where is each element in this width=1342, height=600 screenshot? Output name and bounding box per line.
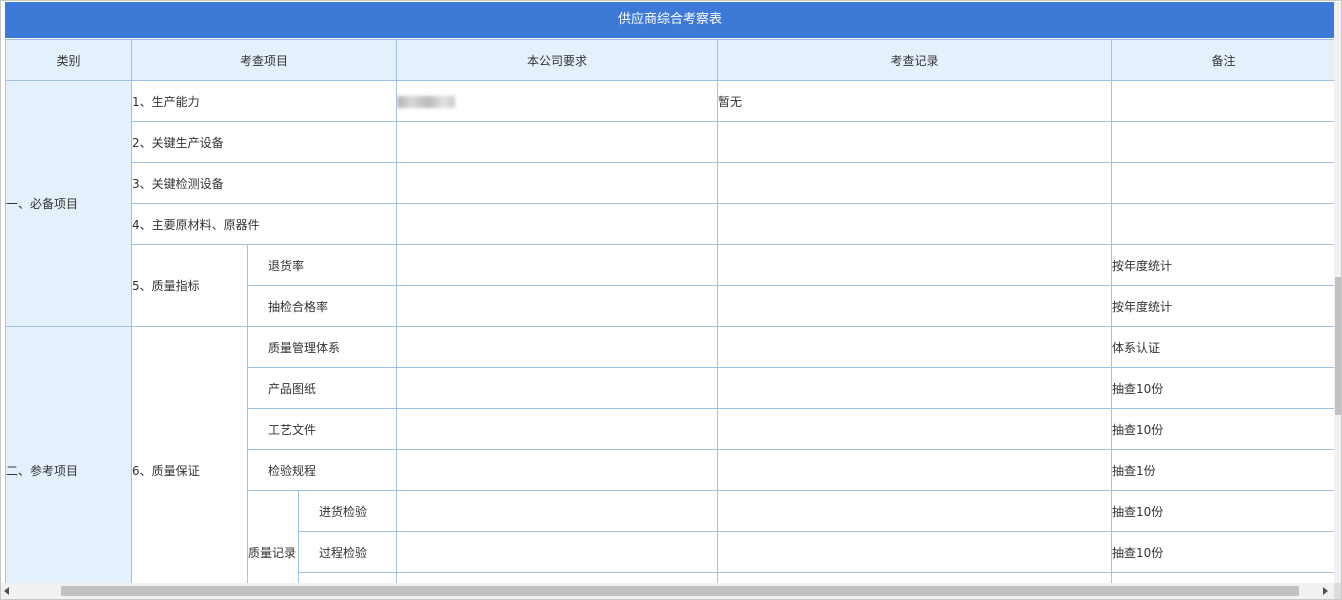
item-production-capacity: 1、生产能力 — [131, 80, 397, 122]
table-row: 4、主要原材料、原器件 — [6, 203, 1336, 245]
record-cell[interactable] — [717, 203, 1112, 245]
note-cell[interactable] — [1111, 80, 1336, 122]
note-cell[interactable]: 抽查10份 — [1111, 408, 1336, 450]
record-cell[interactable] — [717, 121, 1112, 163]
note-cell[interactable]: 抽查10份 — [1111, 490, 1336, 532]
record-cell[interactable] — [717, 244, 1112, 286]
table-title: 供应商综合考察表 — [5, 2, 1335, 38]
note-cell[interactable] — [1111, 203, 1336, 245]
item-quality-assurance: 6、质量保证 — [131, 326, 248, 599]
note-cell[interactable]: 按年度统计 — [1111, 285, 1336, 327]
note-cell[interactable]: 抽查10份 — [1111, 367, 1336, 409]
record-cell[interactable] — [717, 490, 1112, 532]
note-cell[interactable]: 抽查10份 — [1111, 531, 1336, 573]
window-frame: 供应商综合考察表 类别 考查项目 本公司要求 考查记录 备注 一、必备项目 1、… — [0, 0, 1342, 600]
requirement-cell[interactable] — [396, 162, 718, 204]
vertical-scroll-thumb[interactable] — [1335, 277, 1341, 415]
subitem-inspection-procedures: 检验规程 — [247, 449, 397, 491]
category-reference: 二、参考项目 — [5, 326, 132, 599]
header-record: 考查记录 — [717, 39, 1112, 81]
subitem-product-drawings: 产品图纸 — [247, 367, 397, 409]
record-incoming-inspection: 进货检验 — [298, 490, 397, 532]
note-cell[interactable] — [1111, 162, 1336, 204]
subitem-qms: 质量管理体系 — [247, 326, 397, 368]
item-key-inspection-equipment: 3、关键检测设备 — [131, 162, 397, 204]
table-row: 3、关键检测设备 — [6, 162, 1336, 204]
scrollbar-corner — [1334, 583, 1341, 599]
requirement-cell[interactable] — [396, 285, 718, 327]
record-process-inspection: 过程检验 — [298, 531, 397, 573]
header-requirement: 本公司要求 — [396, 39, 718, 81]
requirement-cell[interactable] — [396, 408, 718, 450]
table-row: 2、关键生产设备 — [6, 121, 1336, 163]
vertical-scrollbar[interactable] — [1334, 2, 1341, 583]
record-cell[interactable]: 暂无 — [717, 80, 1112, 122]
header-note: 备注 — [1111, 39, 1336, 81]
subitem-sampling-pass-rate: 抽检合格率 — [247, 285, 397, 327]
scroll-left-arrow-icon[interactable] — [4, 587, 9, 595]
record-cell[interactable] — [717, 449, 1112, 491]
note-cell[interactable]: 抽查1份 — [1111, 449, 1336, 491]
table-row: 5、质量指标 退货率 按年度统计 — [6, 244, 1336, 327]
requirement-cell[interactable] — [396, 490, 718, 532]
subitem-return-rate: 退货率 — [247, 244, 397, 286]
record-cell[interactable] — [717, 367, 1112, 409]
record-cell[interactable] — [717, 162, 1112, 204]
horizontal-scroll-thumb[interactable] — [61, 586, 1299, 596]
note-cell[interactable]: 按年度统计 — [1111, 244, 1336, 286]
requirement-cell[interactable] — [396, 367, 718, 409]
requirement-cell[interactable] — [396, 244, 718, 286]
requirement-cell[interactable] — [396, 326, 718, 368]
subitem-process-documents: 工艺文件 — [247, 408, 397, 450]
horizontal-scrollbar[interactable] — [1, 583, 1334, 599]
header-category: 类别 — [5, 39, 132, 81]
header-row: 类别 考查项目 本公司要求 考查记录 备注 — [5, 39, 1336, 81]
scroll-right-arrow-icon[interactable] — [1323, 587, 1328, 595]
category-required: 一、必备项目 — [5, 80, 132, 327]
record-cell[interactable] — [717, 326, 1112, 368]
supplier-evaluation-table: 类别 考查项目 本公司要求 考查记录 备注 一、必备项目 1、生产能力 暂无 2… — [5, 39, 1336, 599]
item-main-materials: 4、主要原材料、原器件 — [131, 203, 397, 245]
record-cell[interactable] — [717, 285, 1112, 327]
requirement-cell[interactable] — [396, 531, 718, 573]
table-row: 一、必备项目 1、生产能力 暂无 — [5, 80, 1336, 327]
record-cell[interactable] — [717, 531, 1112, 573]
item-key-production-equipment: 2、关键生产设备 — [131, 121, 397, 163]
note-cell[interactable] — [1111, 121, 1336, 163]
redacted-text — [397, 95, 455, 108]
note-cell[interactable]: 体系认证 — [1111, 326, 1336, 368]
table-row: 二、参考项目 6、质量保证 质量管理体系 体系认证 — [5, 326, 1336, 599]
record-cell[interactable] — [717, 408, 1112, 450]
requirement-cell[interactable] — [396, 449, 718, 491]
requirement-cell[interactable] — [396, 80, 718, 122]
item-quality-indicators: 5、质量指标 — [131, 244, 248, 327]
requirement-cell[interactable] — [396, 203, 718, 245]
requirement-cell[interactable] — [396, 121, 718, 163]
header-item: 考查项目 — [131, 39, 397, 81]
